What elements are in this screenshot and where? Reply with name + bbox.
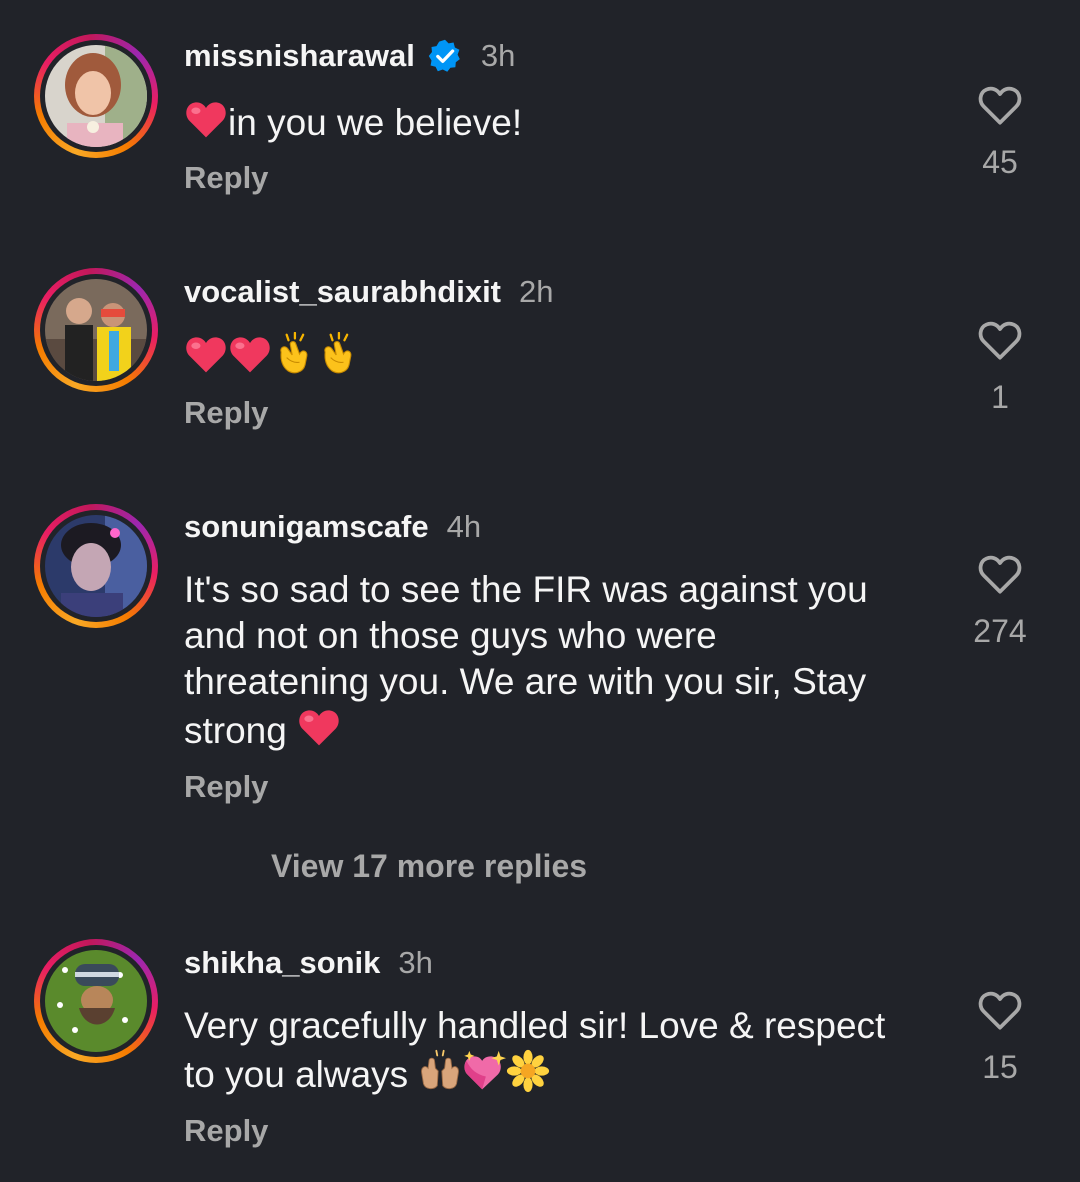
comment-time: 4h — [446, 509, 482, 544]
like-count: 15 — [982, 1049, 1018, 1085]
comment-line: threatening you. We are with you sir, St… — [184, 661, 867, 702]
red-heart-icon — [184, 97, 228, 141]
heart-outline-icon[interactable] — [975, 985, 1025, 1035]
red-heart-icon — [297, 705, 341, 749]
reply-button[interactable]: Reply — [184, 1113, 268, 1149]
avatar[interactable] — [34, 34, 158, 158]
username[interactable]: missnisharawal — [184, 38, 415, 74]
verified-badge-icon — [428, 39, 460, 72]
comment-body: in you we believe! — [228, 102, 523, 143]
red-heart-icon — [184, 332, 228, 376]
view-more-replies-button[interactable]: View 17 more replies — [271, 848, 587, 885]
comment-header: vocalist_saurabhdixit 2h — [184, 274, 554, 310]
like-count: 274 — [973, 613, 1027, 649]
reply-button[interactable]: Reply — [184, 769, 268, 805]
clapping-hands-icon — [272, 332, 316, 376]
like-button[interactable]: 1 — [960, 315, 1040, 416]
comment-line: Very gracefully handled sir! Love & resp… — [184, 1005, 886, 1046]
username[interactable]: sonunigamscafe — [184, 509, 429, 545]
comment-line-last: to you always — [184, 1049, 934, 1098]
avatar[interactable] — [34, 268, 158, 392]
comment-line: It's so sad to see the FIR was against y… — [184, 569, 868, 610]
comment-line-last: strong — [184, 705, 934, 754]
comment-text: Very gracefully handled sir! Love & resp… — [184, 1003, 934, 1098]
clapping-hands-icon — [316, 332, 360, 376]
heart-outline-icon[interactable] — [975, 315, 1025, 365]
avatar[interactable] — [34, 939, 158, 1063]
comment-line: and not on those guys who were — [184, 615, 717, 656]
heart-outline-icon[interactable] — [975, 549, 1025, 599]
comment-text — [184, 332, 934, 381]
comment-header: shikha_sonik 3h — [184, 945, 433, 981]
avatar[interactable] — [34, 504, 158, 628]
comment-time: 3h — [480, 38, 516, 73]
comment-text: in you we believe! — [184, 97, 934, 146]
comment-time: 3h — [398, 945, 433, 980]
comment-line: strong — [184, 710, 287, 751]
red-heart-icon — [228, 332, 272, 376]
heart-outline-icon[interactable] — [975, 80, 1025, 130]
reply-button[interactable]: Reply — [184, 160, 268, 196]
username[interactable]: vocalist_saurabhdixit — [184, 274, 501, 310]
sparkling-heart-icon — [462, 1049, 506, 1093]
comment-time: 2h — [519, 274, 554, 309]
like-count: 45 — [982, 144, 1018, 180]
username[interactable]: shikha_sonik — [184, 945, 380, 981]
like-button[interactable]: 45 — [960, 80, 1040, 181]
like-count: 1 — [991, 379, 1009, 415]
raising-hands-icon — [418, 1049, 462, 1093]
comment-line: to you always — [184, 1054, 409, 1095]
reply-button[interactable]: Reply — [184, 395, 268, 431]
comment-header: missnisharawal 3h — [184, 38, 515, 74]
like-button[interactable]: 15 — [960, 985, 1040, 1086]
comment-text: It's so sad to see the FIR was against y… — [184, 567, 934, 754]
like-button[interactable]: 274 — [960, 549, 1040, 650]
blossom-icon — [506, 1049, 550, 1093]
comment-header: sonunigamscafe 4h — [184, 509, 481, 545]
